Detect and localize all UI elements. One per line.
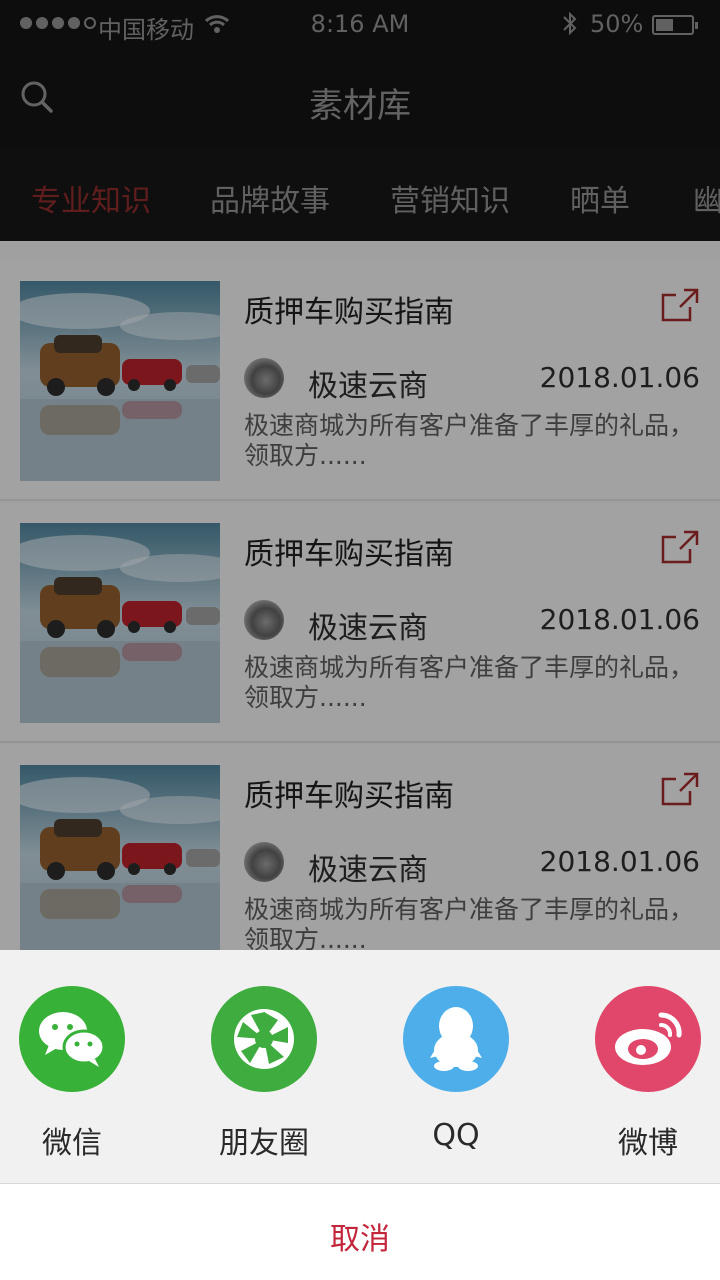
share-label-moments: 朋友圈 <box>219 1126 309 1161</box>
share-to-weibo[interactable]: 微博 <box>568 986 720 1162</box>
share-sheet: 微信 朋友圈 QQ 微博 取消 <box>0 950 720 1280</box>
cancel-button[interactable]: 取消 <box>0 1183 720 1280</box>
weibo-icon <box>595 986 701 1092</box>
share-to-moments[interactable]: 朋友圈 <box>184 986 344 1162</box>
moments-icon <box>211 986 317 1092</box>
modal-overlay[interactable] <box>0 0 720 950</box>
wechat-icon <box>19 986 125 1092</box>
share-to-qq[interactable]: QQ <box>376 986 536 1153</box>
qq-icon <box>403 986 509 1092</box>
share-label-qq: QQ <box>432 1118 480 1153</box>
share-label-wechat: 微信 <box>42 1126 102 1161</box>
share-to-wechat[interactable]: 微信 <box>0 986 152 1162</box>
share-label-weibo: 微博 <box>618 1126 678 1161</box>
cancel-label: 取消 <box>330 1222 390 1257</box>
